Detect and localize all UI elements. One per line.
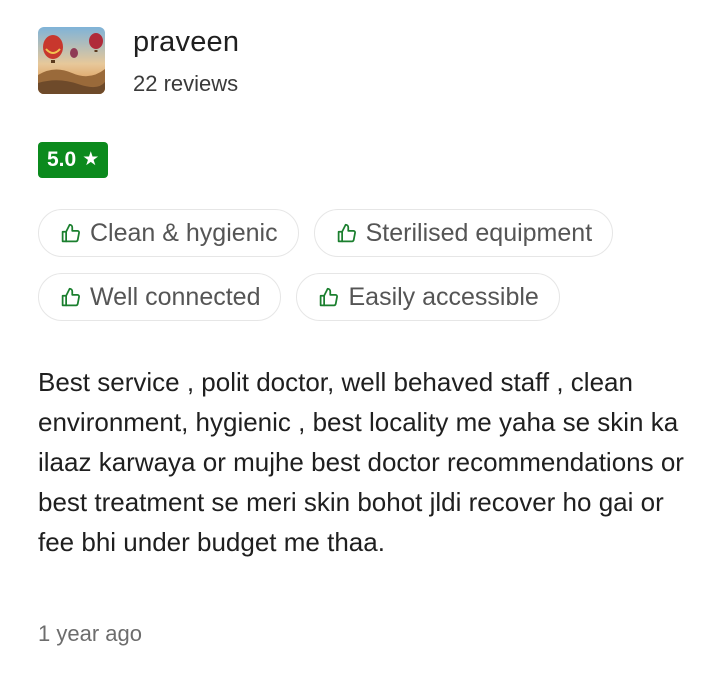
rating-value: 5.0 (47, 148, 77, 171)
tag-easily-accessible: Easily accessible (296, 273, 560, 321)
tag-row: Well connected Easily accessible (38, 273, 698, 321)
tag-label: Sterilised equipment (365, 218, 593, 247)
tag-well-connected: Well connected (38, 273, 282, 321)
feedback-tags: Clean & hygienic Sterilised equipment We… (38, 209, 698, 337)
tag-sterilised-equipment: Sterilised equipment (313, 209, 614, 257)
tag-clean-hygienic: Clean & hygienic (38, 209, 299, 257)
review-count: 22 reviews (133, 71, 239, 96)
tag-label: Easily accessible (348, 282, 539, 311)
thumbs-up-icon (320, 287, 339, 306)
tag-label: Clean & hygienic (90, 218, 278, 247)
thumbs-up-icon (61, 287, 80, 306)
tag-row: Clean & hygienic Sterilised equipment (38, 209, 698, 257)
thumbs-up-icon (61, 223, 80, 242)
tag-label: Well connected (90, 282, 261, 311)
thumbs-up-icon (337, 223, 356, 242)
rating-badge: 5.0 ★ (38, 142, 109, 178)
star-icon: ★ (82, 149, 100, 170)
reviewer-name[interactable]: praveen (133, 26, 239, 59)
review-timestamp: 1 year ago (38, 621, 142, 646)
review-text: Best service , polit doctor, well behave… (38, 367, 684, 557)
reviewer-avatar[interactable] (38, 27, 105, 94)
